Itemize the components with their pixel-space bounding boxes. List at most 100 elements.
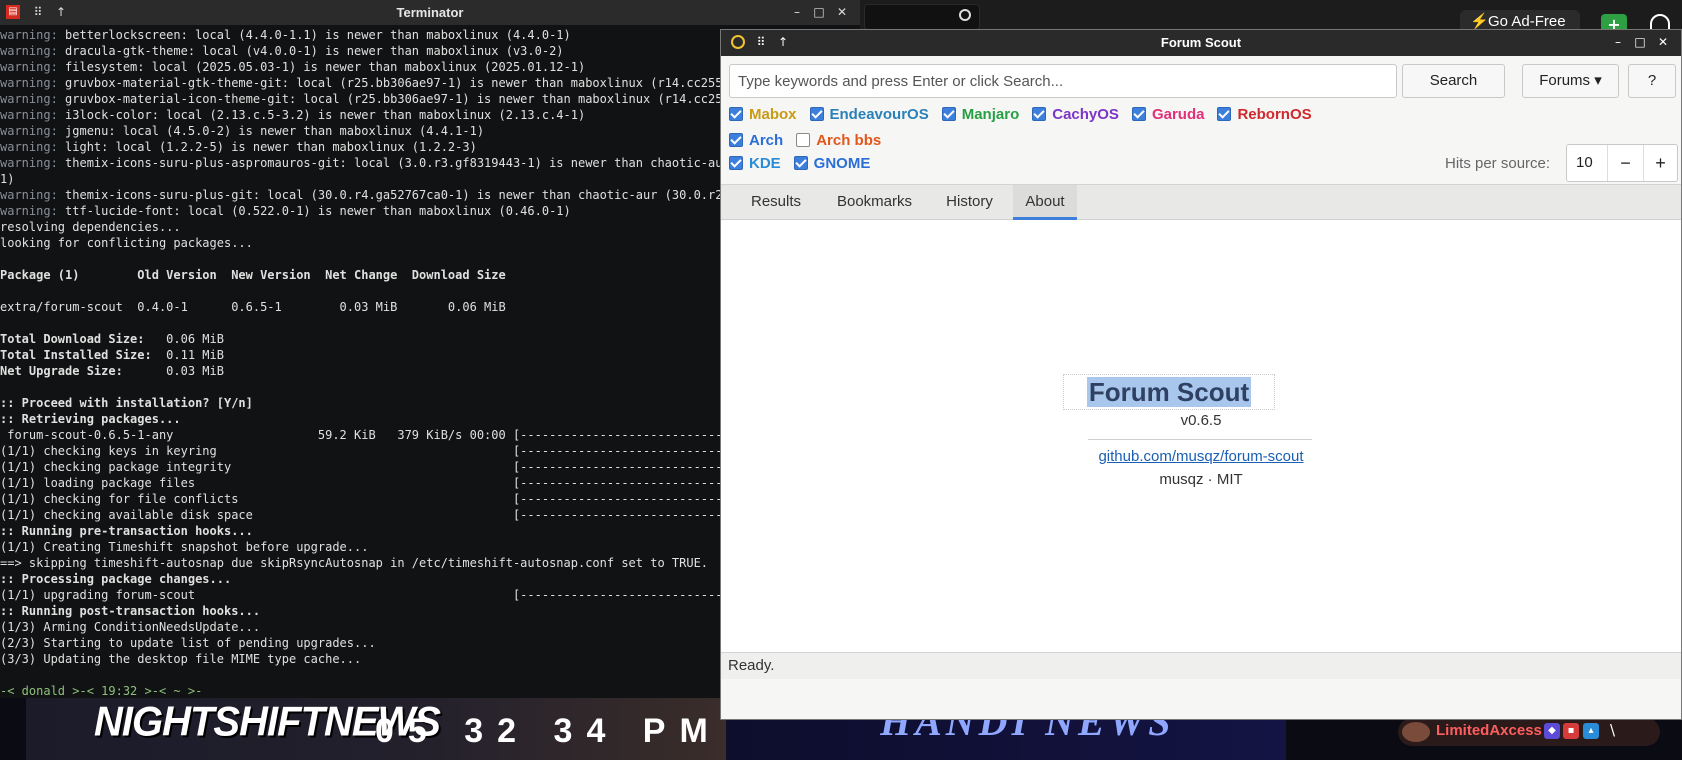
close-icon[interactable]: ✕: [835, 5, 849, 19]
source-checkbox-manjaro[interactable]: Manjaro: [941, 105, 1020, 123]
close-icon[interactable]: ✕: [1656, 35, 1670, 49]
checkbox-checked-icon[interactable]: [729, 156, 743, 170]
decrement-button[interactable]: −: [1607, 145, 1643, 181]
sources-row: Arch Arch bbs: [729, 129, 894, 151]
minimize-icon[interactable]: –: [1611, 35, 1625, 49]
terminal-line: :: Running post-transaction hooks...: [0, 604, 261, 618]
terminal-line: warning: gruvbox-material-icon-theme-git…: [0, 92, 720, 106]
terminal-line: 1): [0, 172, 15, 186]
terminal-line: (1/1) checking package integrity [------…: [0, 460, 720, 474]
terminal-line: warning: gruvbox-material-gtk-theme-git:…: [0, 76, 720, 90]
about-panel: Forum Scout v0.6.5 github.com/musqz/foru…: [721, 220, 1681, 652]
source-label: RebornOS: [1237, 105, 1312, 123]
source-label: CachyOS: [1052, 105, 1119, 123]
terminal-line: (1/1) checking for file conflicts [-----…: [0, 492, 720, 506]
source-checkbox-gnome[interactable]: GNOME: [793, 154, 871, 172]
banner-clock: 05 32 34 PM: [375, 712, 722, 750]
source-checkbox-mabox[interactable]: Mabox: [729, 106, 797, 123]
search-icon: [959, 9, 971, 21]
search-input[interactable]: [729, 64, 1397, 98]
tab-results[interactable]: Results: [729, 185, 823, 220]
terminal-line: extra/forum-scout 0.4.0-1 0.6.5-1 0.03 M…: [0, 300, 506, 314]
terminal-line: warning: light: local (1.2.2-5) is newer…: [0, 140, 477, 154]
source-checkbox-arch-bbs[interactable]: Arch bbs: [796, 132, 881, 149]
terminal-line: (3/3) Updating the desktop file MIME typ…: [0, 652, 362, 666]
checkbox-checked-icon[interactable]: [729, 133, 743, 147]
source-checkbox-kde[interactable]: KDE: [729, 155, 781, 172]
minimize-icon[interactable]: –: [790, 5, 804, 19]
terminal-line: (1/1) upgrading forum-scout [-----------…: [0, 588, 720, 602]
terminal-line: Net Upgrade Size: 0.03 MiB: [0, 364, 224, 378]
live-suffix: \: [1610, 721, 1616, 739]
source-checkbox-cachyos[interactable]: CachyOS: [1032, 106, 1119, 123]
forum-scout-titlebar[interactable]: ⠿ ↑ Forum Scout – □ ✕: [721, 30, 1681, 56]
hits-per-source-spinner[interactable]: 10 − +: [1566, 144, 1678, 182]
help-button[interactable]: ?: [1628, 64, 1676, 98]
source-label: Arch bbs: [816, 131, 882, 149]
hits-value[interactable]: 10: [1576, 154, 1593, 171]
terminal-line: Total Download Size: 0.06 MiB: [0, 332, 224, 346]
checkbox-unchecked-icon[interactable]: [796, 133, 811, 147]
tab-about[interactable]: About: [1013, 185, 1077, 220]
about-app-name[interactable]: Forum Scout: [1063, 374, 1275, 410]
maximize-icon[interactable]: □: [812, 5, 826, 19]
source-checkbox-arch[interactable]: Arch: [729, 132, 783, 149]
checkbox-checked-icon[interactable]: [941, 107, 956, 121]
hits-per-source-label: Hits per source:: [1445, 155, 1551, 172]
checkbox-checked-icon[interactable]: [729, 107, 743, 121]
maximize-icon[interactable]: □: [1633, 35, 1647, 49]
forum-scout-window[interactable]: ⠿ ↑ Forum Scout – □ ✕ Search Forums ▾ ? …: [720, 29, 1682, 720]
terminal-line: warning: jgmenu: local (4.5.0-2) is newe…: [0, 124, 485, 138]
terminal-line: (1/3) Arming ConditionNeedsUpdate...: [0, 620, 261, 634]
forums-dropdown-button[interactable]: Forums ▾: [1522, 64, 1619, 98]
source-label: KDE: [749, 154, 781, 172]
terminal-line: -< donald >-< 19:32 >-< ~ >-: [0, 684, 203, 697]
source-checkbox-endeavouros[interactable]: EndeavourOS: [809, 106, 929, 123]
source-label: Arch: [749, 131, 784, 149]
terminal-line: warning: themix-icons-suru-plus-git: loc…: [0, 188, 720, 202]
checkbox-checked-icon[interactable]: [1217, 107, 1232, 121]
checkbox-checked-icon[interactable]: [1032, 107, 1047, 121]
checkbox-checked-icon[interactable]: [793, 156, 808, 170]
source-label: Mabox: [749, 105, 797, 123]
badge-icon: ◆: [1544, 723, 1560, 739]
terminal-line: :: Retrieving packages...: [0, 412, 181, 426]
increment-button[interactable]: +: [1643, 145, 1677, 181]
terminal-line: (1/1) checking available disk space [---…: [0, 508, 720, 522]
terminal-line: (2/3) Starting to update list of pending…: [0, 636, 376, 650]
badge-icon: ▪: [1563, 723, 1579, 739]
about-version: v0.6.5: [1180, 412, 1222, 429]
checkbox-checked-icon[interactable]: [809, 107, 824, 121]
terminal-line: Total Installed Size: 0.11 MiB: [0, 348, 224, 362]
terminal-line: forum-scout-0.6.5-1-any 59.2 KiB 379 KiB…: [0, 428, 720, 442]
repo-link[interactable]: github.com/musqz/forum-scout: [721, 448, 1681, 465]
terminal-titlebar[interactable]: ▤ ⠿ ↑ Terminator – □ ✕: [0, 0, 860, 25]
window-title: Forum Scout: [1160, 35, 1242, 50]
avatar: [1402, 722, 1430, 742]
sources-row: Mabox EndeavourOS Manjaro CachyOS Garuda Rebo…: [729, 103, 1325, 125]
terminal-output[interactable]: warning: betterlockscreen: local (4.4.0-…: [0, 27, 720, 697]
tab-history[interactable]: History: [926, 185, 1013, 220]
source-checkbox-rebornos[interactable]: RebornOS: [1217, 105, 1312, 123]
tab-bar: Results Bookmarks History About: [721, 184, 1681, 220]
source-label: Manjaro: [961, 105, 1020, 123]
terminal-line: :: Processing package changes...: [0, 572, 232, 586]
sources-row: KDE GNOME: [729, 152, 883, 174]
source-label: GNOME: [813, 154, 871, 172]
checkbox-checked-icon[interactable]: [1131, 107, 1146, 121]
source-checkbox-garuda[interactable]: Garuda: [1131, 106, 1204, 123]
search-button[interactable]: Search: [1402, 64, 1505, 98]
terminal-line: looking for conflicting packages...: [0, 236, 253, 250]
terminal-line: warning: themix-icons-suru-plus-aspromau…: [0, 156, 720, 170]
status-bar: Ready.: [721, 652, 1681, 679]
background-search-box[interactable]: [864, 4, 980, 30]
tab-bookmarks[interactable]: Bookmarks: [823, 185, 926, 220]
terminal-line: Package (1) Old Version New Version Net …: [0, 268, 506, 282]
terminal-line: warning: dracula-gtk-theme: local (v4.0.…: [0, 44, 564, 58]
terminal-line: warning: i3lock-color: local (2.13.c.5-3…: [0, 108, 586, 122]
live-user-name[interactable]: LimitedAxcess: [1436, 722, 1542, 739]
